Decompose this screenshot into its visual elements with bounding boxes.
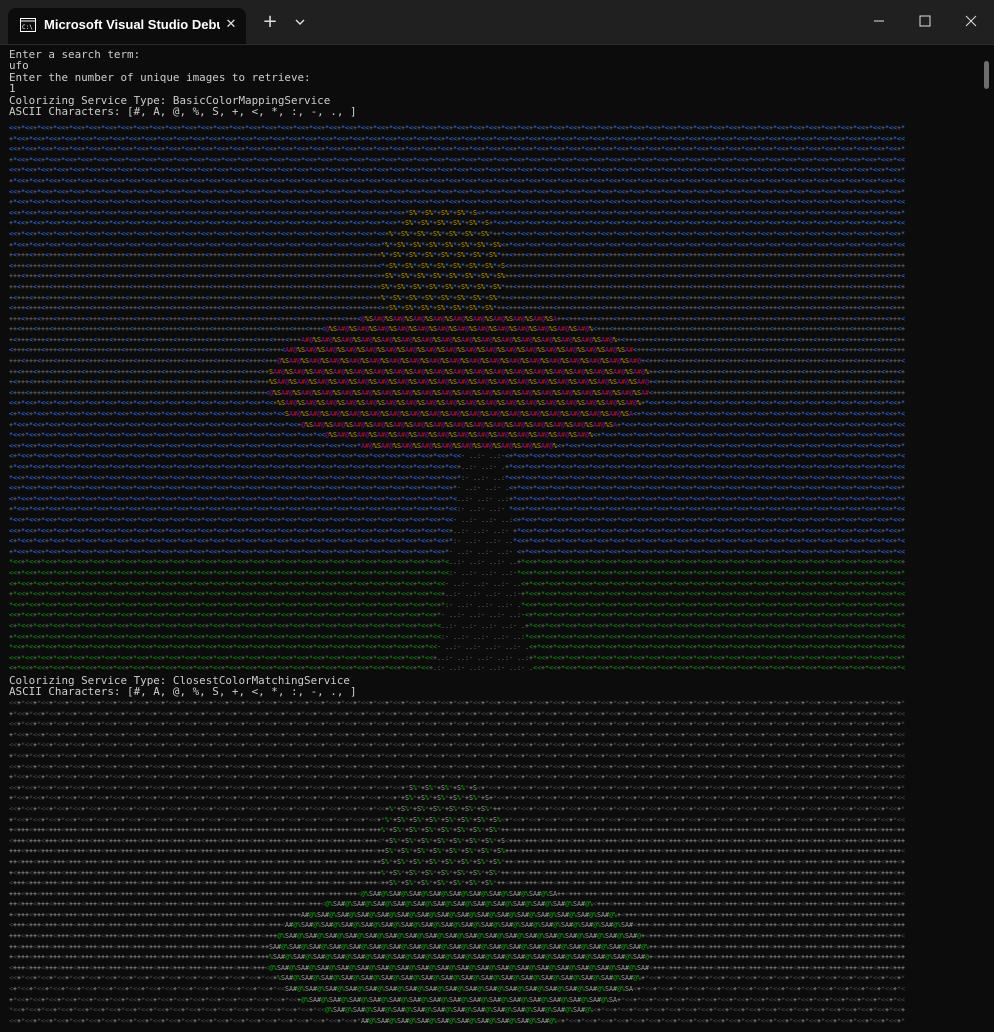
plus-icon[interactable]: + bbox=[258, 10, 282, 34]
maximize-icon[interactable] bbox=[902, 0, 948, 44]
ascii-art-closest: <<+*<<+*<<+*<<+*<<+*<<+*<<+*<<+*<<+*<<+*… bbox=[9, 698, 905, 1026]
title-bar: C:\ Microsoft Visual Studio Debug Consol… bbox=[0, 0, 994, 45]
console-section-2: Colorizing Service Type: ClosestColorMat… bbox=[9, 675, 357, 698]
ascii-art-basic: <<+*<<+*<<+*<<+*<<+*<<+*<<+*<<+*<<+*<<+*… bbox=[9, 123, 905, 674]
minimize-icon[interactable] bbox=[856, 0, 902, 44]
console-prompts: Enter a search term: ufo Enter the numbe… bbox=[9, 49, 357, 117]
tab-title: Microsoft Visual Studio Debug Console bbox=[44, 17, 220, 35]
close-tab-icon[interactable]: ✕ bbox=[220, 14, 242, 36]
ascii-characters-basic: ASCII Characters: [#, A, @, %, S, +, <, … bbox=[9, 105, 357, 118]
chevron-down-icon[interactable] bbox=[288, 10, 312, 34]
prompt-count: Enter the number of unique images to ret… bbox=[9, 71, 311, 84]
scrollbar[interactable] bbox=[980, 45, 994, 1032]
scroll-thumb[interactable] bbox=[984, 61, 989, 89]
tab-debug-console[interactable]: C:\ Microsoft Visual Studio Debug Consol… bbox=[8, 8, 246, 44]
ascii-characters-closest: ASCII Characters: [#, A, @, %, S, +, <, … bbox=[9, 685, 357, 698]
svg-text:C:\: C:\ bbox=[22, 24, 33, 31]
close-icon[interactable] bbox=[948, 0, 994, 44]
console-output[interactable]: Enter a search term: ufo Enter the numbe… bbox=[0, 45, 980, 1032]
terminal-icon: C:\ bbox=[20, 18, 36, 32]
